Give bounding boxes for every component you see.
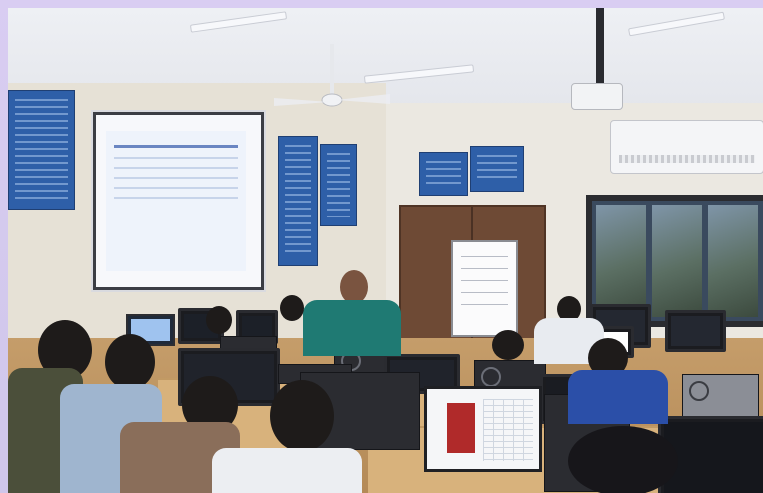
projection-screen: [93, 112, 264, 290]
info-poster: [278, 136, 318, 266]
flip-chart-board: [451, 240, 518, 337]
monitor-with-spreadsheet: [424, 386, 542, 472]
projected-document: [106, 131, 246, 271]
air-conditioner: [610, 120, 763, 174]
projector-mount: [596, 8, 604, 84]
ceiling-fan: [274, 44, 390, 107]
info-poster: [419, 152, 468, 196]
classroom-photo: [8, 8, 763, 493]
photo-frame: [0, 0, 763, 493]
projector: [571, 83, 623, 110]
computer-monitor: [665, 310, 726, 352]
info-poster: [470, 146, 524, 192]
info-poster: [320, 144, 357, 226]
info-poster: [8, 90, 75, 210]
